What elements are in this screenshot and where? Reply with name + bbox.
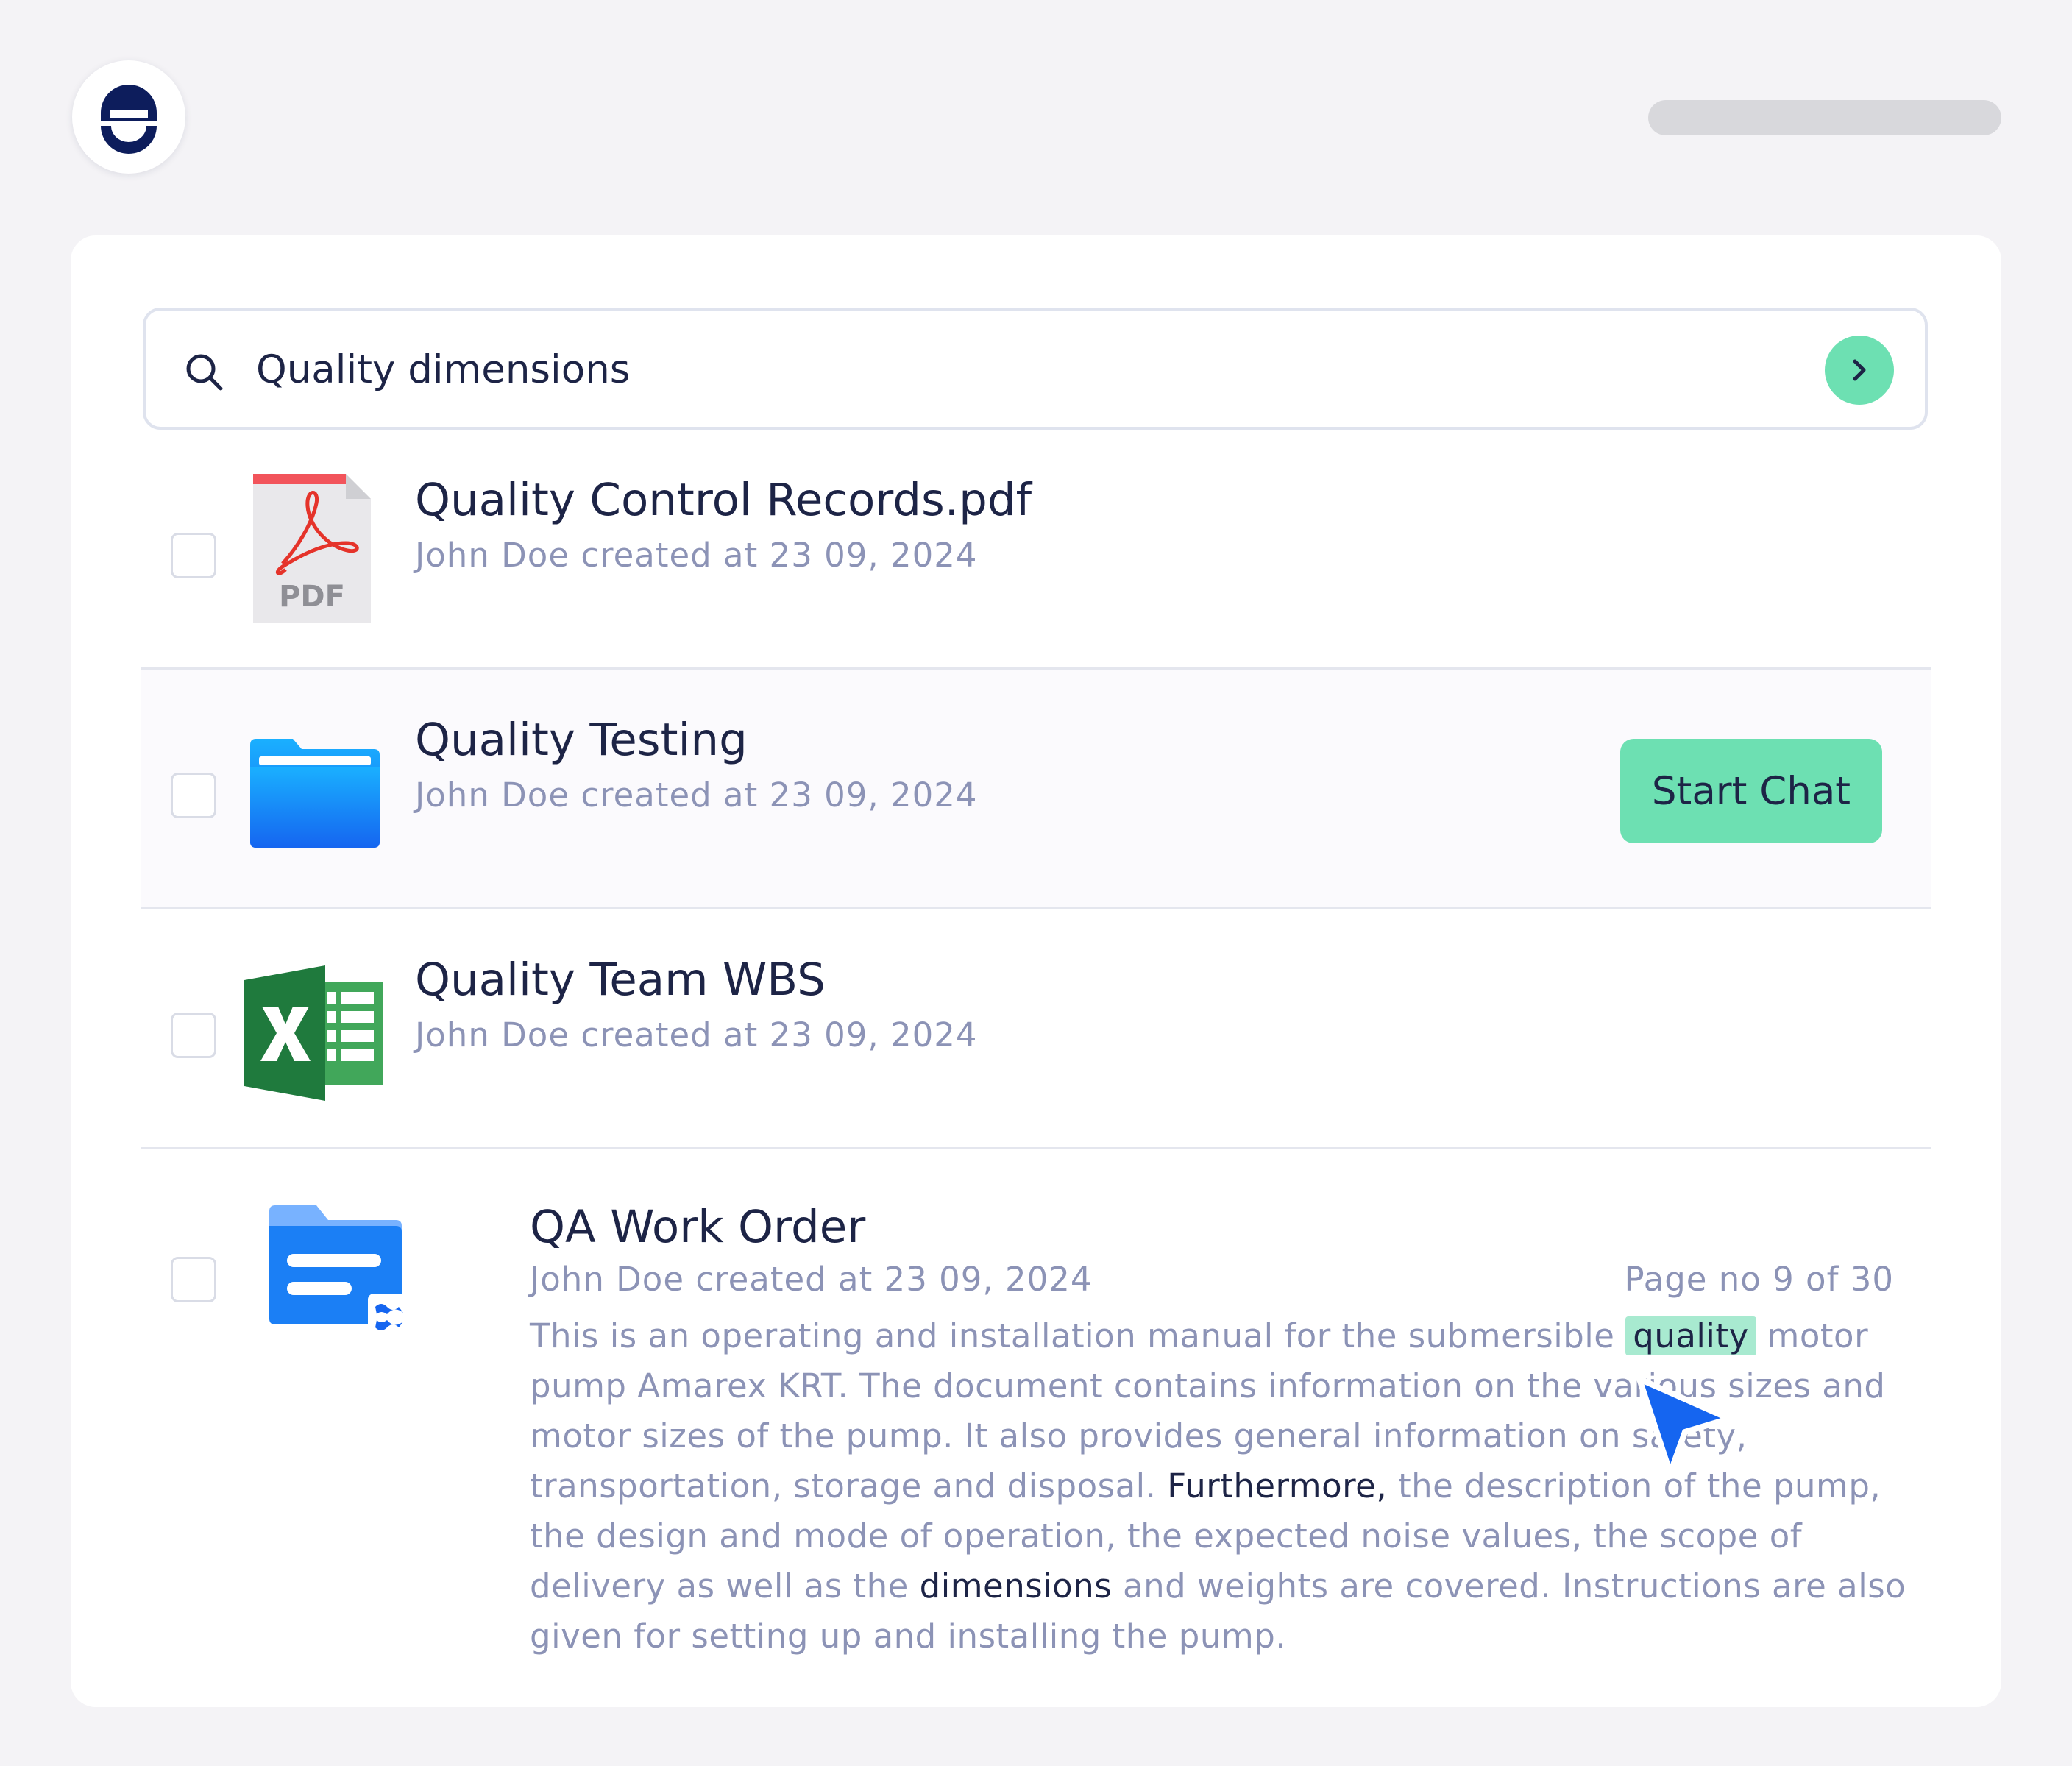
snippet-keyword: Furthermore, — [1167, 1467, 1388, 1506]
mouse-cursor-icon — [1636, 1376, 1732, 1476]
search-icon — [186, 354, 223, 391]
chevron-right-icon — [1853, 359, 1866, 381]
snippet-highlight: quality — [1625, 1316, 1756, 1355]
result-checkbox[interactable] — [171, 1013, 216, 1058]
result-meta: John Doe created at 23 09, 2024 — [415, 1015, 978, 1054]
result-meta: John Doe created at 23 09, 2024 — [530, 1260, 1093, 1299]
search-input[interactable] — [256, 337, 1757, 402]
result-checkbox[interactable] — [171, 1257, 216, 1302]
snippet-keyword: dimensions — [919, 1567, 1113, 1606]
snippet-text: This is an operating and installation ma… — [530, 1316, 1626, 1355]
result-meta: John Doe created at 23 09, 2024 — [415, 776, 978, 815]
search-bar — [143, 308, 1928, 430]
app-logo[interactable] — [72, 60, 185, 174]
search-submit-button[interactable] — [1825, 336, 1894, 405]
result-checkbox[interactable] — [171, 533, 216, 578]
result-row-folder[interactable]: Quality Testing John Doe created at 23 0… — [141, 670, 1931, 909]
confluence-folder-icon — [269, 1205, 411, 1338]
result-title[interactable]: Quality Control Records.pdf — [415, 474, 1032, 526]
page-info: Page no 9 of 30 — [1624, 1260, 1894, 1299]
result-checkbox[interactable] — [171, 773, 216, 818]
result-title[interactable]: Quality Testing — [415, 714, 748, 766]
app-logo-icon — [101, 85, 157, 154]
result-row-pdf[interactable]: PDF Quality Control Records.pdf John Doe… — [141, 430, 1931, 670]
pdf-file-icon: PDF — [253, 474, 371, 623]
result-title[interactable]: Quality Team WBS — [415, 954, 826, 1006]
results-card: PDF Quality Control Records.pdf John Doe… — [71, 235, 2001, 1707]
folder-icon — [250, 739, 380, 848]
result-meta: John Doe created at 23 09, 2024 — [415, 536, 978, 575]
start-chat-button[interactable]: Start Chat — [1620, 739, 1882, 843]
result-title[interactable]: QA Work Order — [530, 1201, 865, 1253]
pdf-label: PDF — [279, 580, 345, 614]
result-snippet: This is an operating and installation ma… — [530, 1311, 1913, 1662]
top-bar-placeholder — [1648, 100, 2001, 135]
result-row-excel[interactable]: Quality Team WBS John Doe created at 23 … — [141, 909, 1931, 1149]
excel-icon — [244, 965, 383, 1101]
